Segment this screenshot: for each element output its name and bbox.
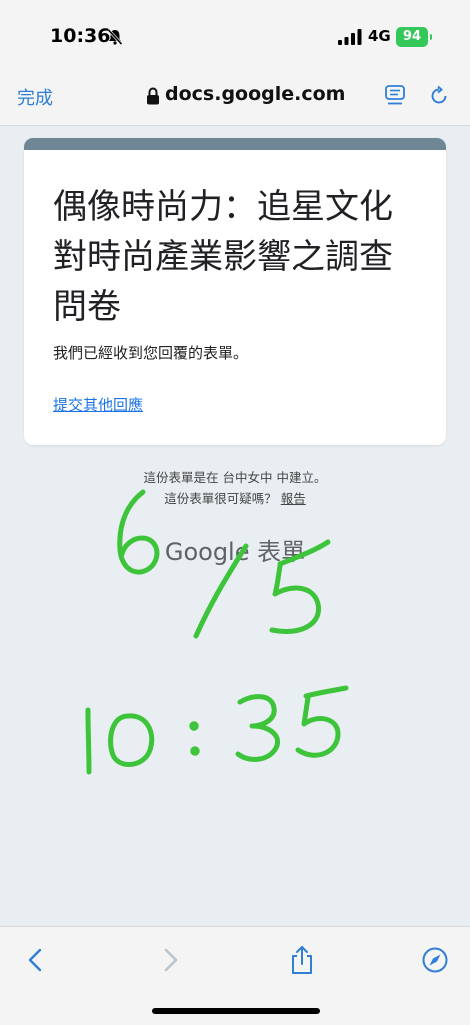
- handwriting-colon-bottom: [190, 746, 200, 756]
- status-bar: 10:36 4G 94: [0, 0, 470, 70]
- handwriting-digit-6: [117, 489, 160, 575]
- status-time: 10:36: [50, 25, 111, 47]
- browser-url-bar: 完成 docs.google.com: [0, 70, 470, 126]
- home-indicator[interactable]: [152, 1008, 320, 1014]
- handwriting-digit-5b-top: [303, 685, 349, 699]
- battery-indicator: 94: [396, 27, 432, 47]
- lock-icon: [147, 87, 159, 105]
- handwriting-digit-0: [108, 713, 155, 767]
- handwriting-slash: [193, 543, 249, 639]
- done-button[interactable]: 完成: [17, 84, 53, 110]
- handwriting-digit-3: [235, 694, 280, 762]
- handwriting-digit-5b-body: [295, 695, 341, 758]
- handwriting-digit-1: [85, 707, 92, 775]
- confirmation-message: 我們已經收到您回覆的表單。: [53, 344, 249, 362]
- handwriting-colon-top: [189, 721, 199, 731]
- confirmation-card: 偶像時尚力：追星文化對時尚產業影響之調查問卷 我們已經收到您回覆的表單。 提交其…: [24, 138, 446, 445]
- url-address[interactable]: docs.google.com: [165, 83, 345, 105]
- compass-icon[interactable]: [421, 945, 449, 975]
- handwriting-digit-5-body: [269, 563, 322, 634]
- reload-icon[interactable]: [428, 85, 450, 107]
- bell-slash-icon: [107, 28, 123, 46]
- chevron-left-icon[interactable]: [22, 945, 50, 975]
- share-icon[interactable]: [288, 945, 316, 975]
- card-header-strip: [24, 138, 446, 150]
- handwritten-annotation: [85, 489, 349, 775]
- submit-another-response-link[interactable]: 提交其他回應: [53, 394, 143, 415]
- reader-mode-icon[interactable]: [385, 85, 405, 107]
- form-title: 偶像時尚力：追星文化對時尚產業影響之調查問卷: [53, 187, 393, 327]
- chevron-right-icon[interactable]: [156, 945, 184, 975]
- network-type: 4G: [368, 27, 391, 45]
- handwriting-digit-5-top: [277, 539, 331, 567]
- cellular-signal-icon: [338, 29, 362, 45]
